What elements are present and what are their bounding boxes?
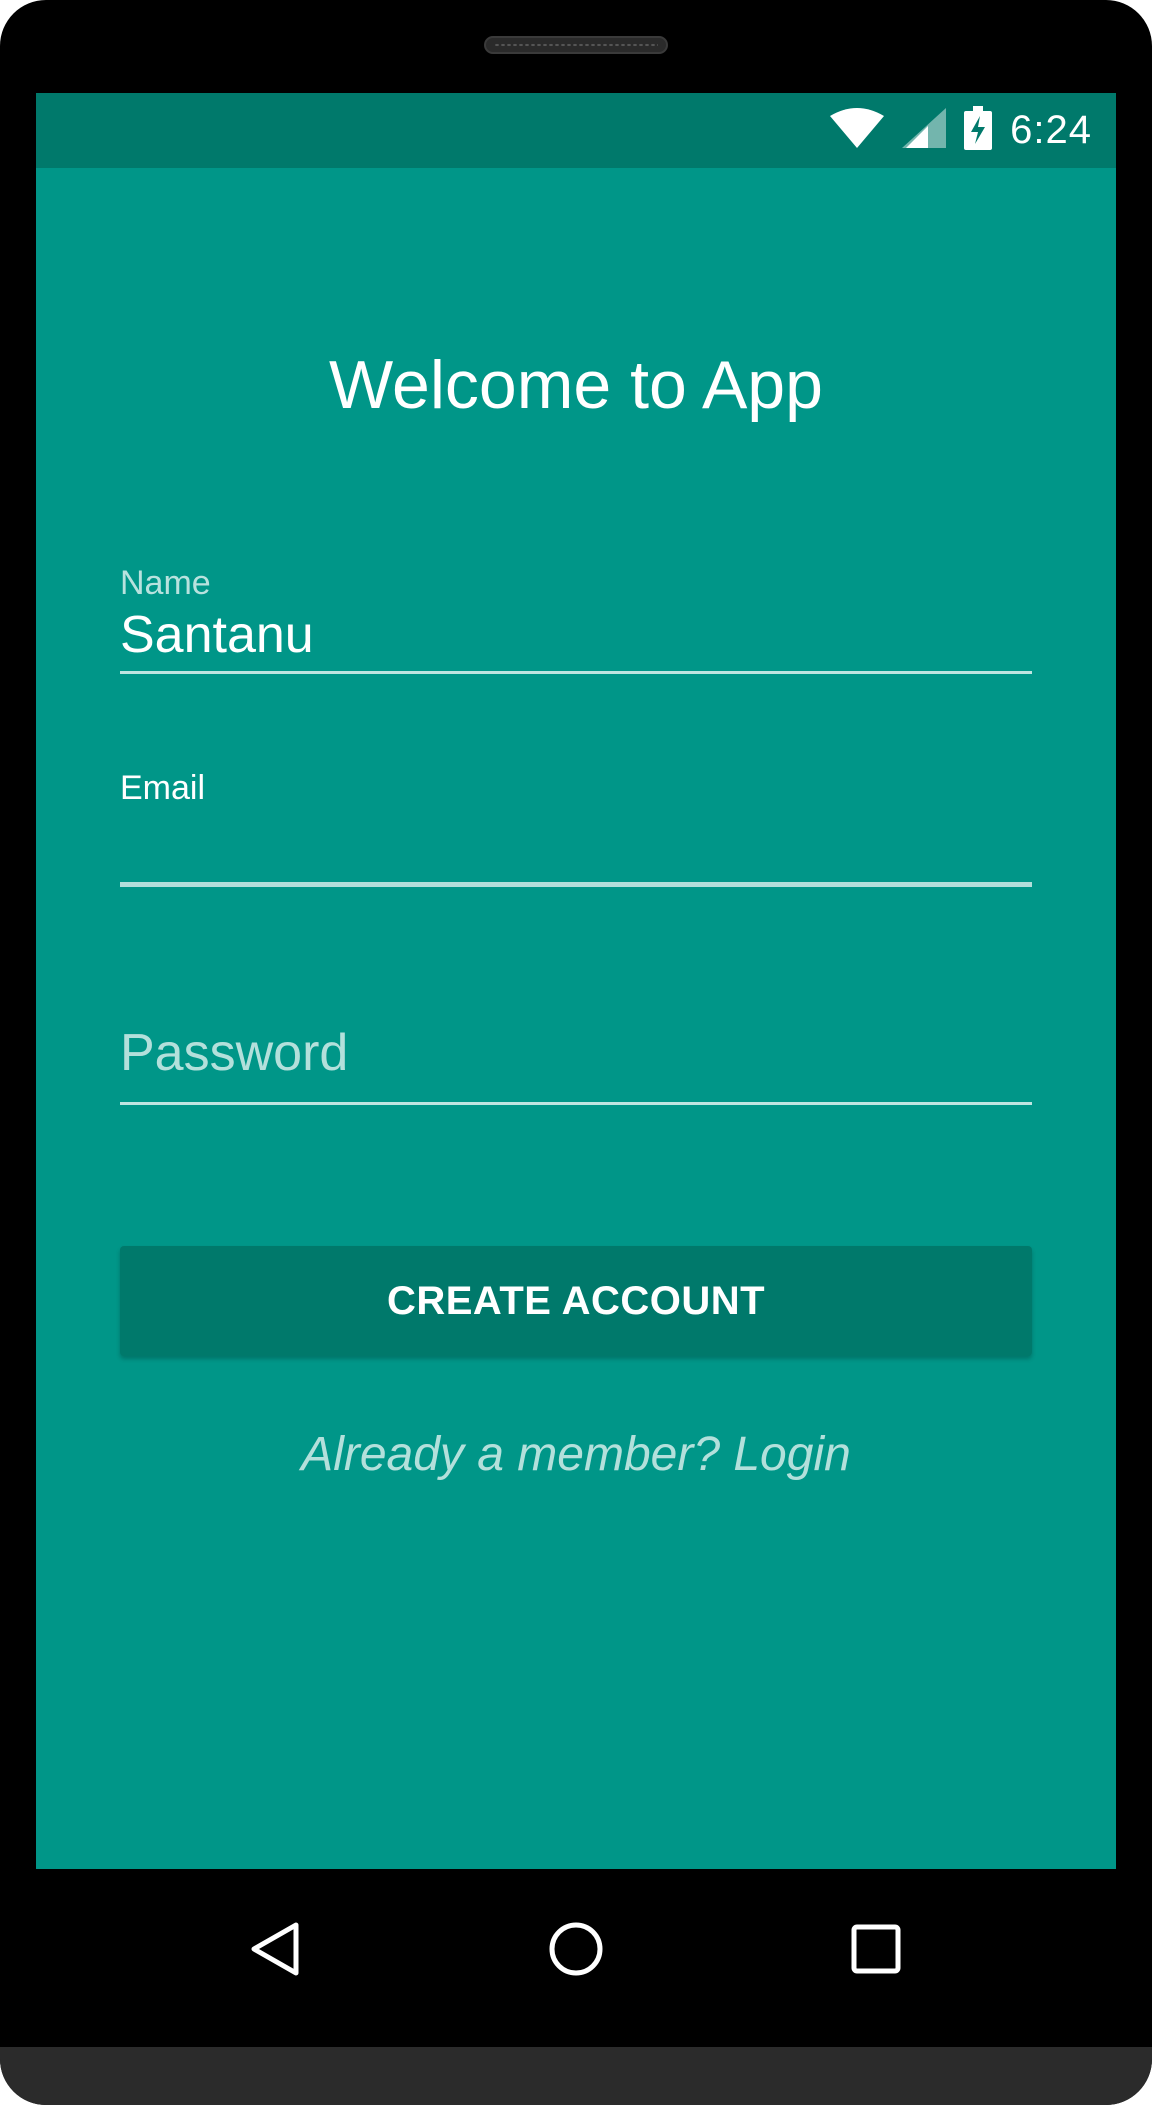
page-title: Welcome to App [329, 347, 823, 423]
wifi-icon [830, 108, 885, 153]
create-account-button[interactable]: CREATE ACCOUNT [120, 1246, 1032, 1356]
home-icon[interactable] [536, 1909, 616, 1989]
login-link[interactable]: Already a member? Login [36, 1425, 1116, 1485]
password-underline [120, 1102, 1032, 1105]
name-label: Name [120, 564, 211, 602]
app-screen: 6:24 Welcome to App Name Santanu Email P… [36, 93, 1116, 1869]
name-value[interactable]: Santanu [120, 605, 314, 665]
status-time: 6:24 [1010, 108, 1092, 152]
name-field[interactable]: Name Santanu [120, 563, 1032, 674]
email-field[interactable]: Email [120, 768, 1032, 887]
cell-signal-icon [902, 108, 947, 153]
battery-charging-icon [964, 106, 993, 155]
email-label: Email [120, 769, 206, 807]
back-icon[interactable] [236, 1909, 316, 1989]
system-navigation-bar [0, 1869, 1152, 2047]
earpiece-speaker [484, 36, 668, 54]
status-bar: 6:24 [36, 93, 1116, 168]
password-placeholder[interactable]: Password [120, 1023, 348, 1083]
recents-icon[interactable] [836, 1909, 916, 1989]
name-underline [120, 671, 1032, 674]
password-field[interactable]: Password [120, 1023, 1032, 1113]
phone-device-frame: 6:24 Welcome to App Name Santanu Email P… [0, 0, 1152, 2105]
device-bottom-bezel [0, 2047, 1152, 2105]
email-underline [120, 882, 1032, 887]
